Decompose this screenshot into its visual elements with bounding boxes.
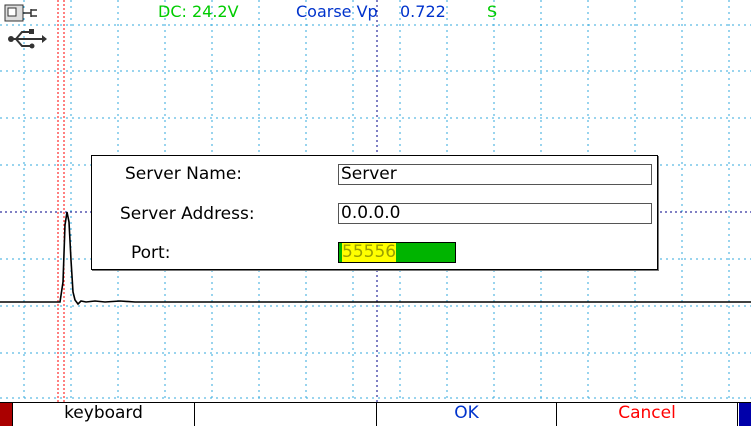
cursor-markers[interactable] bbox=[57, 0, 65, 402]
port-field[interactable]: 55556 bbox=[338, 242, 456, 263]
measurement-value: 0.722 bbox=[400, 2, 446, 21]
softkey-bar: keyboard OK Cancel bbox=[0, 402, 751, 426]
server-address-field[interactable]: 0.0.0.0 bbox=[338, 203, 652, 224]
server-name-label: Server Name: bbox=[125, 164, 243, 184]
power-plug-icon bbox=[4, 4, 37, 22]
keyboard-softkey[interactable]: keyboard bbox=[12, 403, 195, 426]
softkey-2[interactable] bbox=[195, 403, 377, 426]
cancel-softkey[interactable]: Cancel bbox=[557, 403, 738, 426]
right-edge-indicator bbox=[739, 403, 751, 426]
server-settings-dialog: Server Name: Server Server Address: 0.0.… bbox=[91, 155, 658, 270]
dc-voltage-readout: DC: 24.2V bbox=[158, 2, 239, 21]
ok-softkey[interactable]: OK bbox=[377, 403, 557, 426]
port-label: Port: bbox=[131, 243, 171, 263]
unit-indicator: S bbox=[487, 2, 498, 21]
usb-icon bbox=[8, 29, 47, 49]
left-edge-indicator bbox=[0, 403, 12, 426]
port-value: 55556 bbox=[342, 242, 397, 262]
server-address-label: Server Address: bbox=[120, 204, 255, 224]
server-name-field[interactable]: Server bbox=[338, 164, 652, 185]
range-mode-label[interactable]: Coarse Vp bbox=[296, 2, 378, 21]
